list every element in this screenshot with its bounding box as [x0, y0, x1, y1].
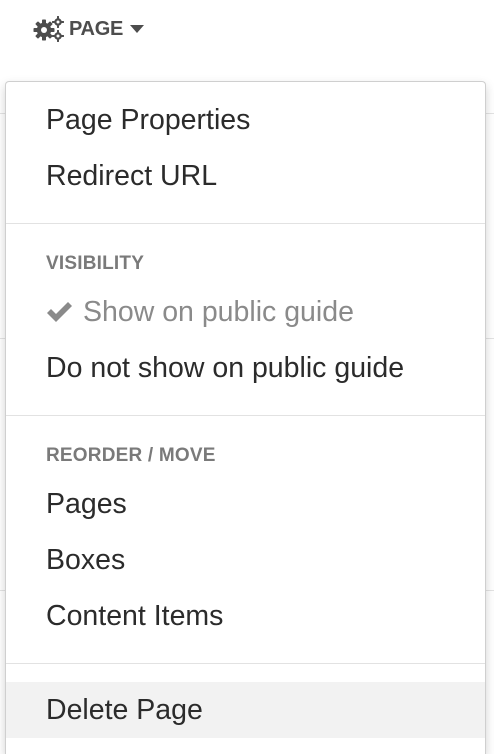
- menu-item-label: Pages: [46, 487, 127, 520]
- menu-item-boxes[interactable]: Boxes: [6, 532, 485, 588]
- page-menu-label: PAGE: [69, 17, 123, 40]
- menu-item-label: Boxes: [46, 543, 126, 576]
- menu-item-label: Do not show on public guide: [46, 351, 405, 384]
- caret-down-icon: [130, 25, 144, 33]
- menu-item-pages[interactable]: Pages: [6, 476, 485, 532]
- menu-item-redirect-url[interactable]: Redirect URL: [6, 148, 485, 204]
- menu-item-label: Delete Page: [46, 693, 203, 726]
- menu-item-delete-page[interactable]: Delete Page: [6, 682, 485, 738]
- menu-item-label: Page Properties: [46, 103, 251, 136]
- menu-divider: [6, 223, 485, 224]
- menu-item-label: Redirect URL: [46, 159, 218, 192]
- gears-icon: [33, 16, 64, 42]
- menu-item-content-items[interactable]: Content Items: [6, 588, 485, 644]
- check-icon: [47, 302, 72, 322]
- menu-item-do-not-show-public-guide[interactable]: Do not show on public guide: [6, 340, 485, 396]
- page-root: PAGE Page Properties Redirect URL VISIBI…: [0, 0, 494, 754]
- page-dropdown-menu: Page Properties Redirect URL VISIBILITY …: [5, 81, 486, 754]
- menu-item-show-public-guide: Show on public guide: [6, 284, 485, 340]
- page-menu-button[interactable]: PAGE: [33, 14, 144, 44]
- menu-item-label: Show on public guide: [83, 295, 354, 328]
- menu-divider: [6, 663, 485, 664]
- section-header-visibility: VISIBILITY: [46, 253, 145, 274]
- section-header-reorder-move: REORDER / MOVE: [46, 445, 216, 466]
- menu-item-label: Content Items: [46, 599, 224, 632]
- menu-item-page-properties[interactable]: Page Properties: [6, 92, 485, 148]
- menu-divider: [6, 415, 485, 416]
